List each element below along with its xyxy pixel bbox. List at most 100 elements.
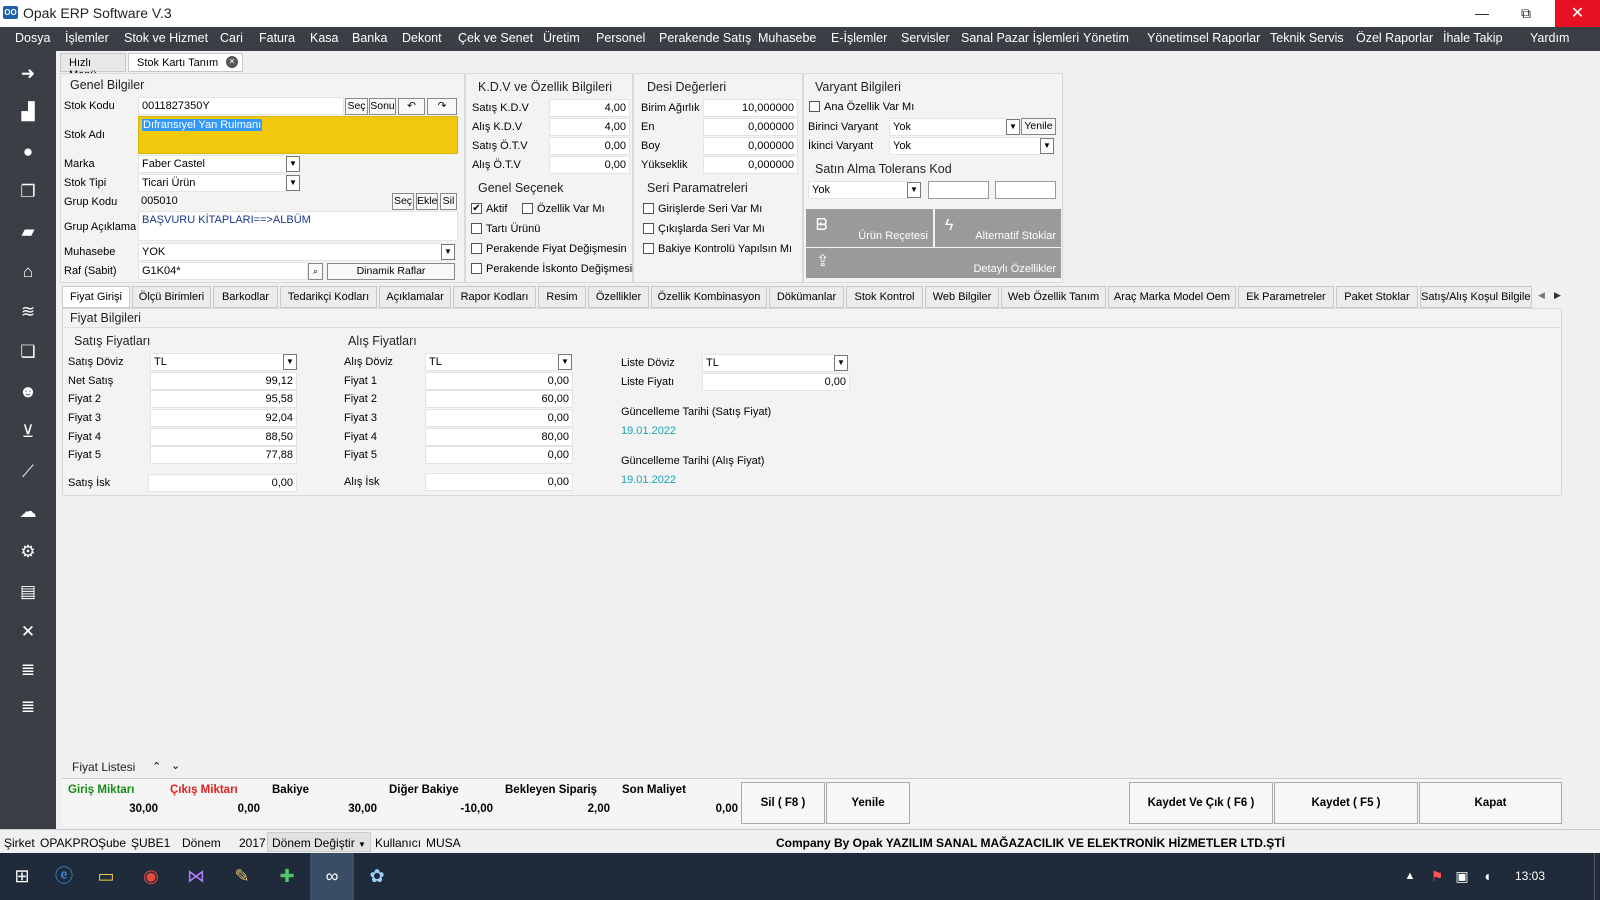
yenile-button[interactable]: Yenile <box>826 782 910 824</box>
marka-input[interactable]: Faber Castel <box>138 155 288 173</box>
donem-degistir-button[interactable]: Dönem Değiştir ▼ <box>267 832 371 852</box>
stok-kodu-input[interactable]: 0011827350Y <box>138 97 344 115</box>
menu-yonetimsel[interactable]: Yönetimsel Raporlar <box>1147 31 1260 45</box>
birinci-varyant-dropdown-icon[interactable]: ▼ <box>1006 119 1020 135</box>
ozellik-var-checkbox[interactable] <box>522 203 533 214</box>
stok-tipi-dropdown-icon[interactable]: ▼ <box>286 175 300 191</box>
chevron-up-icon[interactable]: ⌃ <box>152 760 161 773</box>
muhasebe-input[interactable]: YOK <box>138 243 443 261</box>
cart-icon[interactable]: ⊻ <box>16 421 40 443</box>
en-input[interactable]: 0,000000 <box>703 118 798 136</box>
ie-icon[interactable]: ⓔ <box>42 853 86 900</box>
tab-arac-marka-model[interactable]: Araç Marka Model Oem <box>1108 286 1236 308</box>
raf-search-icon[interactable]: ⌕ <box>308 263 323 280</box>
copy-icon[interactable]: ❏ <box>16 341 40 363</box>
bakiye-kontrol-checkbox[interactable] <box>643 243 654 254</box>
tab-olcu-birimleri[interactable]: Ölçü Birimleri <box>132 286 211 308</box>
doc-1-icon[interactable]: ▤ <box>16 581 40 603</box>
alis-fiyat-2-input[interactable]: 60,00 <box>425 390 573 408</box>
otv-satis-input[interactable]: 0,00 <box>549 137 630 155</box>
tarti-checkbox[interactable] <box>471 223 482 234</box>
menu-cari[interactable]: Cari <box>220 31 243 45</box>
menu-personel[interactable]: Personel <box>596 31 645 45</box>
tolerans-dropdown-icon[interactable]: ▼ <box>907 182 921 198</box>
chart-icon[interactable]: ⟋ <box>16 461 40 483</box>
menu-kasa[interactable]: Kasa <box>310 31 339 45</box>
stok-tipi-input[interactable]: Ticari Ürün <box>138 174 288 192</box>
muhasebe-dropdown-icon[interactable]: ▼ <box>441 244 455 260</box>
tab-web-bilgiler[interactable]: Web Bilgiler <box>925 286 999 308</box>
snip-icon[interactable]: ✚ <box>265 853 309 900</box>
factory-icon[interactable]: ▟ <box>16 101 40 123</box>
alis-fiyat-5-input[interactable]: 0,00 <box>425 446 573 464</box>
menu-ihale-takip[interactable]: İhale Takip <box>1443 31 1503 45</box>
perakende-fiyat-checkbox[interactable] <box>471 243 482 254</box>
visual-studio-icon[interactable]: ⋈ <box>174 853 218 900</box>
alternatif-stoklar-button[interactable]: ϟ Alternatif Stoklar <box>935 209 1061 247</box>
menu-dekont[interactable]: Dekont <box>402 31 442 45</box>
liste-doviz-dropdown-icon[interactable]: ▼ <box>834 355 848 371</box>
ikinci-varyant-dropdown-icon[interactable]: ▼ <box>1040 138 1054 154</box>
birinci-varyant-input[interactable]: Yok <box>889 118 1007 136</box>
kapat-button[interactable]: Kapat <box>1419 782 1562 824</box>
tab-tedarikci-kodlari[interactable]: Tedarikçi Kodları <box>280 286 377 308</box>
net-satis-input[interactable]: 99,12 <box>150 372 297 390</box>
alis-fiyat-4-input[interactable]: 80,00 <box>425 428 573 446</box>
yenile-varyant-button[interactable]: Yenile <box>1021 118 1056 135</box>
tab-stok-karti[interactable]: Stok Kartı Tanım ✕ <box>128 53 243 72</box>
tolerans-field-3[interactable] <box>995 181 1056 199</box>
tab-hizli-menu[interactable]: Hızlı Menü <box>60 53 126 81</box>
ikinci-varyant-input[interactable]: Yok <box>889 137 1041 155</box>
liste-fiyati-input[interactable]: 0,00 <box>702 373 850 391</box>
tab-ek-parametreler[interactable]: Ek Parametreler <box>1238 286 1334 308</box>
giris-seri-checkbox[interactable] <box>643 203 654 214</box>
grup-sil-button[interactable]: Sil <box>440 193 457 210</box>
menu-sanal-pazar[interactable]: Sanal Pazar İşlemleri <box>961 31 1079 45</box>
menu-stok-hizmet[interactable]: Stok ve Hizmet <box>124 31 208 45</box>
alis-isk-input[interactable]: 0,00 <box>425 473 573 491</box>
satis-isk-input[interactable]: 0,00 <box>148 474 297 492</box>
grup-aciklama-input[interactable]: BAŞVURU KİTAPLARI==>ALBÜM <box>138 211 458 241</box>
tab-scroll-right-icon[interactable]: ▶ <box>1554 290 1561 301</box>
hand-money-icon[interactable]: ≋ <box>16 301 40 323</box>
alis-doviz-dropdown-icon[interactable]: ▼ <box>558 354 572 370</box>
sec-button[interactable]: Seç <box>345 98 368 115</box>
show-desktop-button[interactable] <box>1594 853 1600 900</box>
sonu-button[interactable]: Sonu <box>369 98 396 115</box>
tray-up-icon[interactable]: ▲ <box>1395 853 1425 900</box>
menu-muhasebe[interactable]: Muhasebe <box>758 31 816 45</box>
menu-islemler[interactable]: İşlemler <box>65 31 109 45</box>
satis-fiyat-3-input[interactable]: 92,04 <box>150 409 297 427</box>
restore-button[interactable]: ⧉ <box>1506 0 1546 27</box>
tab-barkodlar[interactable]: Barkodlar <box>213 286 278 308</box>
close-button[interactable]: ✕ <box>1555 0 1600 27</box>
tools-icon[interactable]: ✕ <box>16 621 40 643</box>
tab-paket-stoklar[interactable]: Paket Stoklar <box>1336 286 1418 308</box>
alis-fiyat-3-input[interactable]: 0,00 <box>425 409 573 427</box>
grup-sec-button[interactable]: Seç <box>392 193 414 210</box>
detayli-ozellikler-button[interactable]: ⇪ Detaylı Özellikler <box>806 248 1061 278</box>
bank-icon[interactable]: ⌂ <box>16 261 40 283</box>
chevron-down-icon[interactable]: ⌄ <box>171 759 180 772</box>
menu-banka[interactable]: Banka <box>352 31 387 45</box>
stok-adi-input[interactable]: Dıfransıyel Yan Rulmanı <box>138 116 458 154</box>
menu-dosya[interactable]: Dosya <box>15 31 50 45</box>
tab-scroll-left-icon[interactable]: ◀ <box>1538 290 1545 301</box>
kdv-alis-input[interactable]: 4,00 <box>549 118 630 136</box>
alis-doviz-input[interactable]: TL <box>425 353 559 371</box>
perakende-iskonto-checkbox[interactable] <box>471 263 482 274</box>
tab-ozellikler[interactable]: Özellikler <box>588 286 649 308</box>
tab-close-icon[interactable]: ✕ <box>226 56 238 68</box>
grup-ekle-button[interactable]: Ekle <box>416 193 438 210</box>
menu-teknik-servis[interactable]: Teknik Servis <box>1270 31 1344 45</box>
yukseklik-input[interactable]: 0,000000 <box>703 156 798 174</box>
menu-uretim[interactable]: Üretim <box>543 31 580 45</box>
volume-icon[interactable]: ◖ <box>1472 853 1502 900</box>
gear-icon[interactable]: ⚙ <box>16 541 40 563</box>
tolerans-input[interactable]: Yok <box>808 181 908 199</box>
windows-start-icon[interactable]: ⊞ <box>0 853 44 900</box>
menu-perakende[interactable]: Perakende Satış <box>659 31 751 45</box>
satis-fiyat-5-input[interactable]: 77,88 <box>150 446 297 464</box>
menu-ozel-raporlar[interactable]: Özel Raporlar <box>1356 31 1433 45</box>
tab-web-ozellik-tanim[interactable]: Web Özellik Tanım <box>1001 286 1106 308</box>
